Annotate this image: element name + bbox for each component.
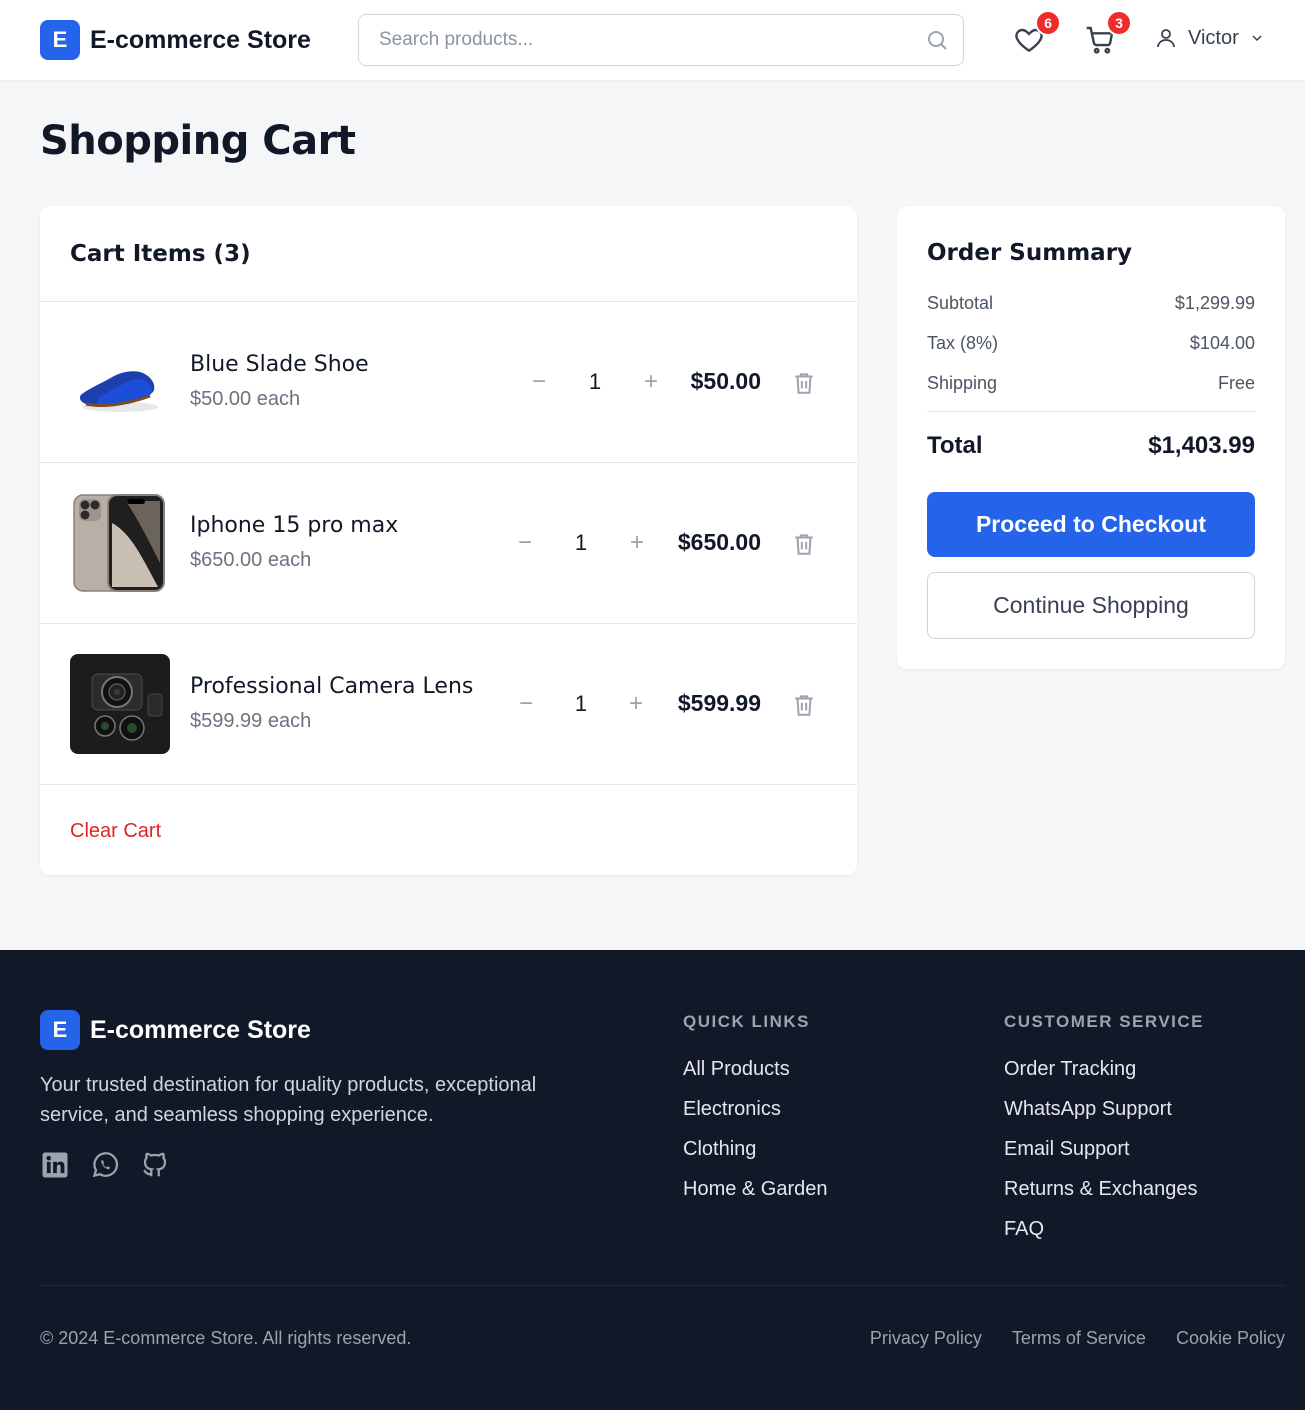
- order-summary-card: Order Summary Subtotal $1,299.99 Tax (8%…: [897, 206, 1285, 669]
- whatsapp-icon[interactable]: [90, 1150, 120, 1180]
- page-title: Shopping Cart: [40, 118, 356, 164]
- item-name[interactable]: Professional Camera Lens: [190, 674, 473, 699]
- footer-brand-name: E-commerce Store: [90, 1015, 311, 1044]
- product-image-shoe: [70, 332, 170, 432]
- shipping-row: Shipping Free: [927, 373, 1255, 394]
- increment-button[interactable]: +: [617, 523, 657, 563]
- quantity-value: 1: [588, 369, 602, 394]
- footer-description: Your trusted destination for quality pro…: [40, 1074, 537, 1126]
- brand-logo: E: [40, 20, 80, 60]
- trash-icon[interactable]: [791, 370, 817, 396]
- shipping-label: Shipping: [927, 373, 998, 393]
- terms-of-service-link[interactable]: Terms of Service: [1012, 1328, 1146, 1349]
- search-bar: [358, 14, 964, 66]
- quantity-value: 1: [574, 530, 588, 555]
- footer-logo: E: [40, 1010, 80, 1050]
- quick-links-title: QUICK LINKS: [683, 1012, 810, 1031]
- quantity-stepper: − 1 +: [519, 362, 671, 402]
- quantity-value: 1: [574, 691, 588, 716]
- increment-button[interactable]: +: [616, 684, 656, 724]
- subtotal-row: Subtotal $1,299.99: [927, 293, 1255, 314]
- trash-icon[interactable]: [791, 531, 817, 557]
- brand-name: E-commerce Store: [90, 25, 311, 54]
- item-unit-price: $599.99 each: [190, 710, 312, 732]
- product-image-camera-lens: [70, 654, 170, 754]
- subtotal-label: Subtotal: [927, 293, 994, 313]
- cart-button[interactable]: 3: [1084, 10, 1132, 56]
- cookie-policy-link[interactable]: Cookie Policy: [1176, 1328, 1285, 1349]
- subtotal-value: $1,299.99: [1174, 293, 1255, 313]
- chevron-down-icon: [1252, 35, 1262, 42]
- quick-links-column: QUICK LINKS All Products Electronics Clo…: [683, 1012, 828, 1218]
- legal-links: Privacy Policy Terms of Service Cookie P…: [870, 1328, 1285, 1349]
- item-name[interactable]: Blue Slade Shoe: [190, 352, 369, 377]
- customer-service-column: CUSTOMER SERVICE Order Tracking WhatsApp…: [1004, 1012, 1204, 1258]
- site-footer: E E-commerce Store Your trusted destinat…: [0, 950, 1305, 1410]
- tax-row: Tax (8%) $104.00: [927, 333, 1255, 354]
- shipping-value: Free: [1217, 373, 1255, 393]
- item-total: $599.99: [677, 690, 761, 716]
- footer-link-returns[interactable]: Returns & Exchanges: [1004, 1178, 1204, 1218]
- footer-link-order-tracking[interactable]: Order Tracking: [1004, 1058, 1204, 1098]
- github-icon[interactable]: [140, 1150, 170, 1180]
- total-value: $1,403.99: [1148, 432, 1255, 459]
- cart-item: Professional Camera Lens $599.99 each − …: [40, 624, 857, 785]
- cart-item: Blue Slade Shoe $50.00 each − 1 + $50.00: [40, 302, 857, 463]
- footer-link-electronics[interactable]: Electronics: [683, 1098, 828, 1138]
- footer-link-faq[interactable]: FAQ: [1004, 1218, 1204, 1258]
- brand-link[interactable]: E E-commerce Store: [40, 20, 311, 60]
- order-summary-title: Order Summary: [927, 240, 1133, 266]
- wishlist-count-badge: 6: [1035, 10, 1061, 36]
- social-links: [40, 1150, 170, 1180]
- decrement-button[interactable]: −: [505, 523, 545, 563]
- increment-button[interactable]: +: [631, 362, 671, 402]
- user-icon: [1157, 29, 1175, 48]
- trash-icon[interactable]: [791, 692, 817, 718]
- quantity-stepper: − 1 +: [506, 684, 656, 724]
- user-name: Victor: [1188, 26, 1239, 49]
- tax-value: $104.00: [1189, 333, 1255, 353]
- decrement-button[interactable]: −: [519, 362, 559, 402]
- proceed-to-checkout-button[interactable]: Proceed to Checkout: [927, 492, 1255, 557]
- item-unit-price: $650.00 each: [190, 549, 312, 571]
- search-icon[interactable]: [925, 28, 949, 52]
- item-name[interactable]: Iphone 15 pro max: [190, 513, 398, 538]
- search-input[interactable]: [359, 15, 899, 65]
- decrement-button[interactable]: −: [506, 684, 546, 724]
- customer-service-title: CUSTOMER SERVICE: [1004, 1012, 1205, 1031]
- footer-link-all-products[interactable]: All Products: [683, 1058, 828, 1098]
- copyright-text: © 2024 E-commerce Store. All rights rese…: [40, 1328, 412, 1348]
- footer-divider: [40, 1285, 1285, 1286]
- cart-items-card: Cart Items (3) Blue Slade Shoe $50.00 ea…: [40, 206, 857, 875]
- continue-shopping-button[interactable]: Continue Shopping: [927, 572, 1255, 639]
- cart-items-heading: Cart Items (3): [40, 206, 857, 302]
- total-row: Total $1,403.99: [927, 432, 1255, 460]
- item-total: $650.00: [677, 529, 761, 555]
- footer-link-clothing[interactable]: Clothing: [683, 1138, 828, 1178]
- footer-brand[interactable]: E E-commerce Store: [40, 1010, 311, 1050]
- cart-count-badge: 3: [1106, 10, 1132, 36]
- privacy-policy-link[interactable]: Privacy Policy: [870, 1328, 982, 1349]
- user-menu[interactable]: Victor: [1154, 26, 1265, 50]
- wishlist-button[interactable]: 6: [1013, 10, 1061, 56]
- item-unit-price: $50.00 each: [190, 388, 301, 410]
- quantity-stepper: − 1 +: [505, 523, 657, 563]
- cart-item: Iphone 15 pro max $650.00 each − 1 + $65…: [40, 463, 857, 624]
- total-label: Total: [927, 432, 983, 459]
- summary-divider: [927, 411, 1255, 412]
- tax-label: Tax (8%): [927, 333, 999, 353]
- product-image-phone: [70, 493, 170, 593]
- linkedin-icon[interactable]: [40, 1150, 70, 1180]
- item-total: $50.00: [690, 368, 761, 394]
- top-header: E E-commerce Store 6 3 Victor: [0, 0, 1305, 80]
- footer-link-whatsapp-support[interactable]: WhatsApp Support: [1004, 1098, 1204, 1138]
- clear-cart-button[interactable]: Clear Cart: [70, 820, 161, 843]
- footer-link-email-support[interactable]: Email Support: [1004, 1138, 1204, 1178]
- footer-link-home-garden[interactable]: Home & Garden: [683, 1178, 828, 1218]
